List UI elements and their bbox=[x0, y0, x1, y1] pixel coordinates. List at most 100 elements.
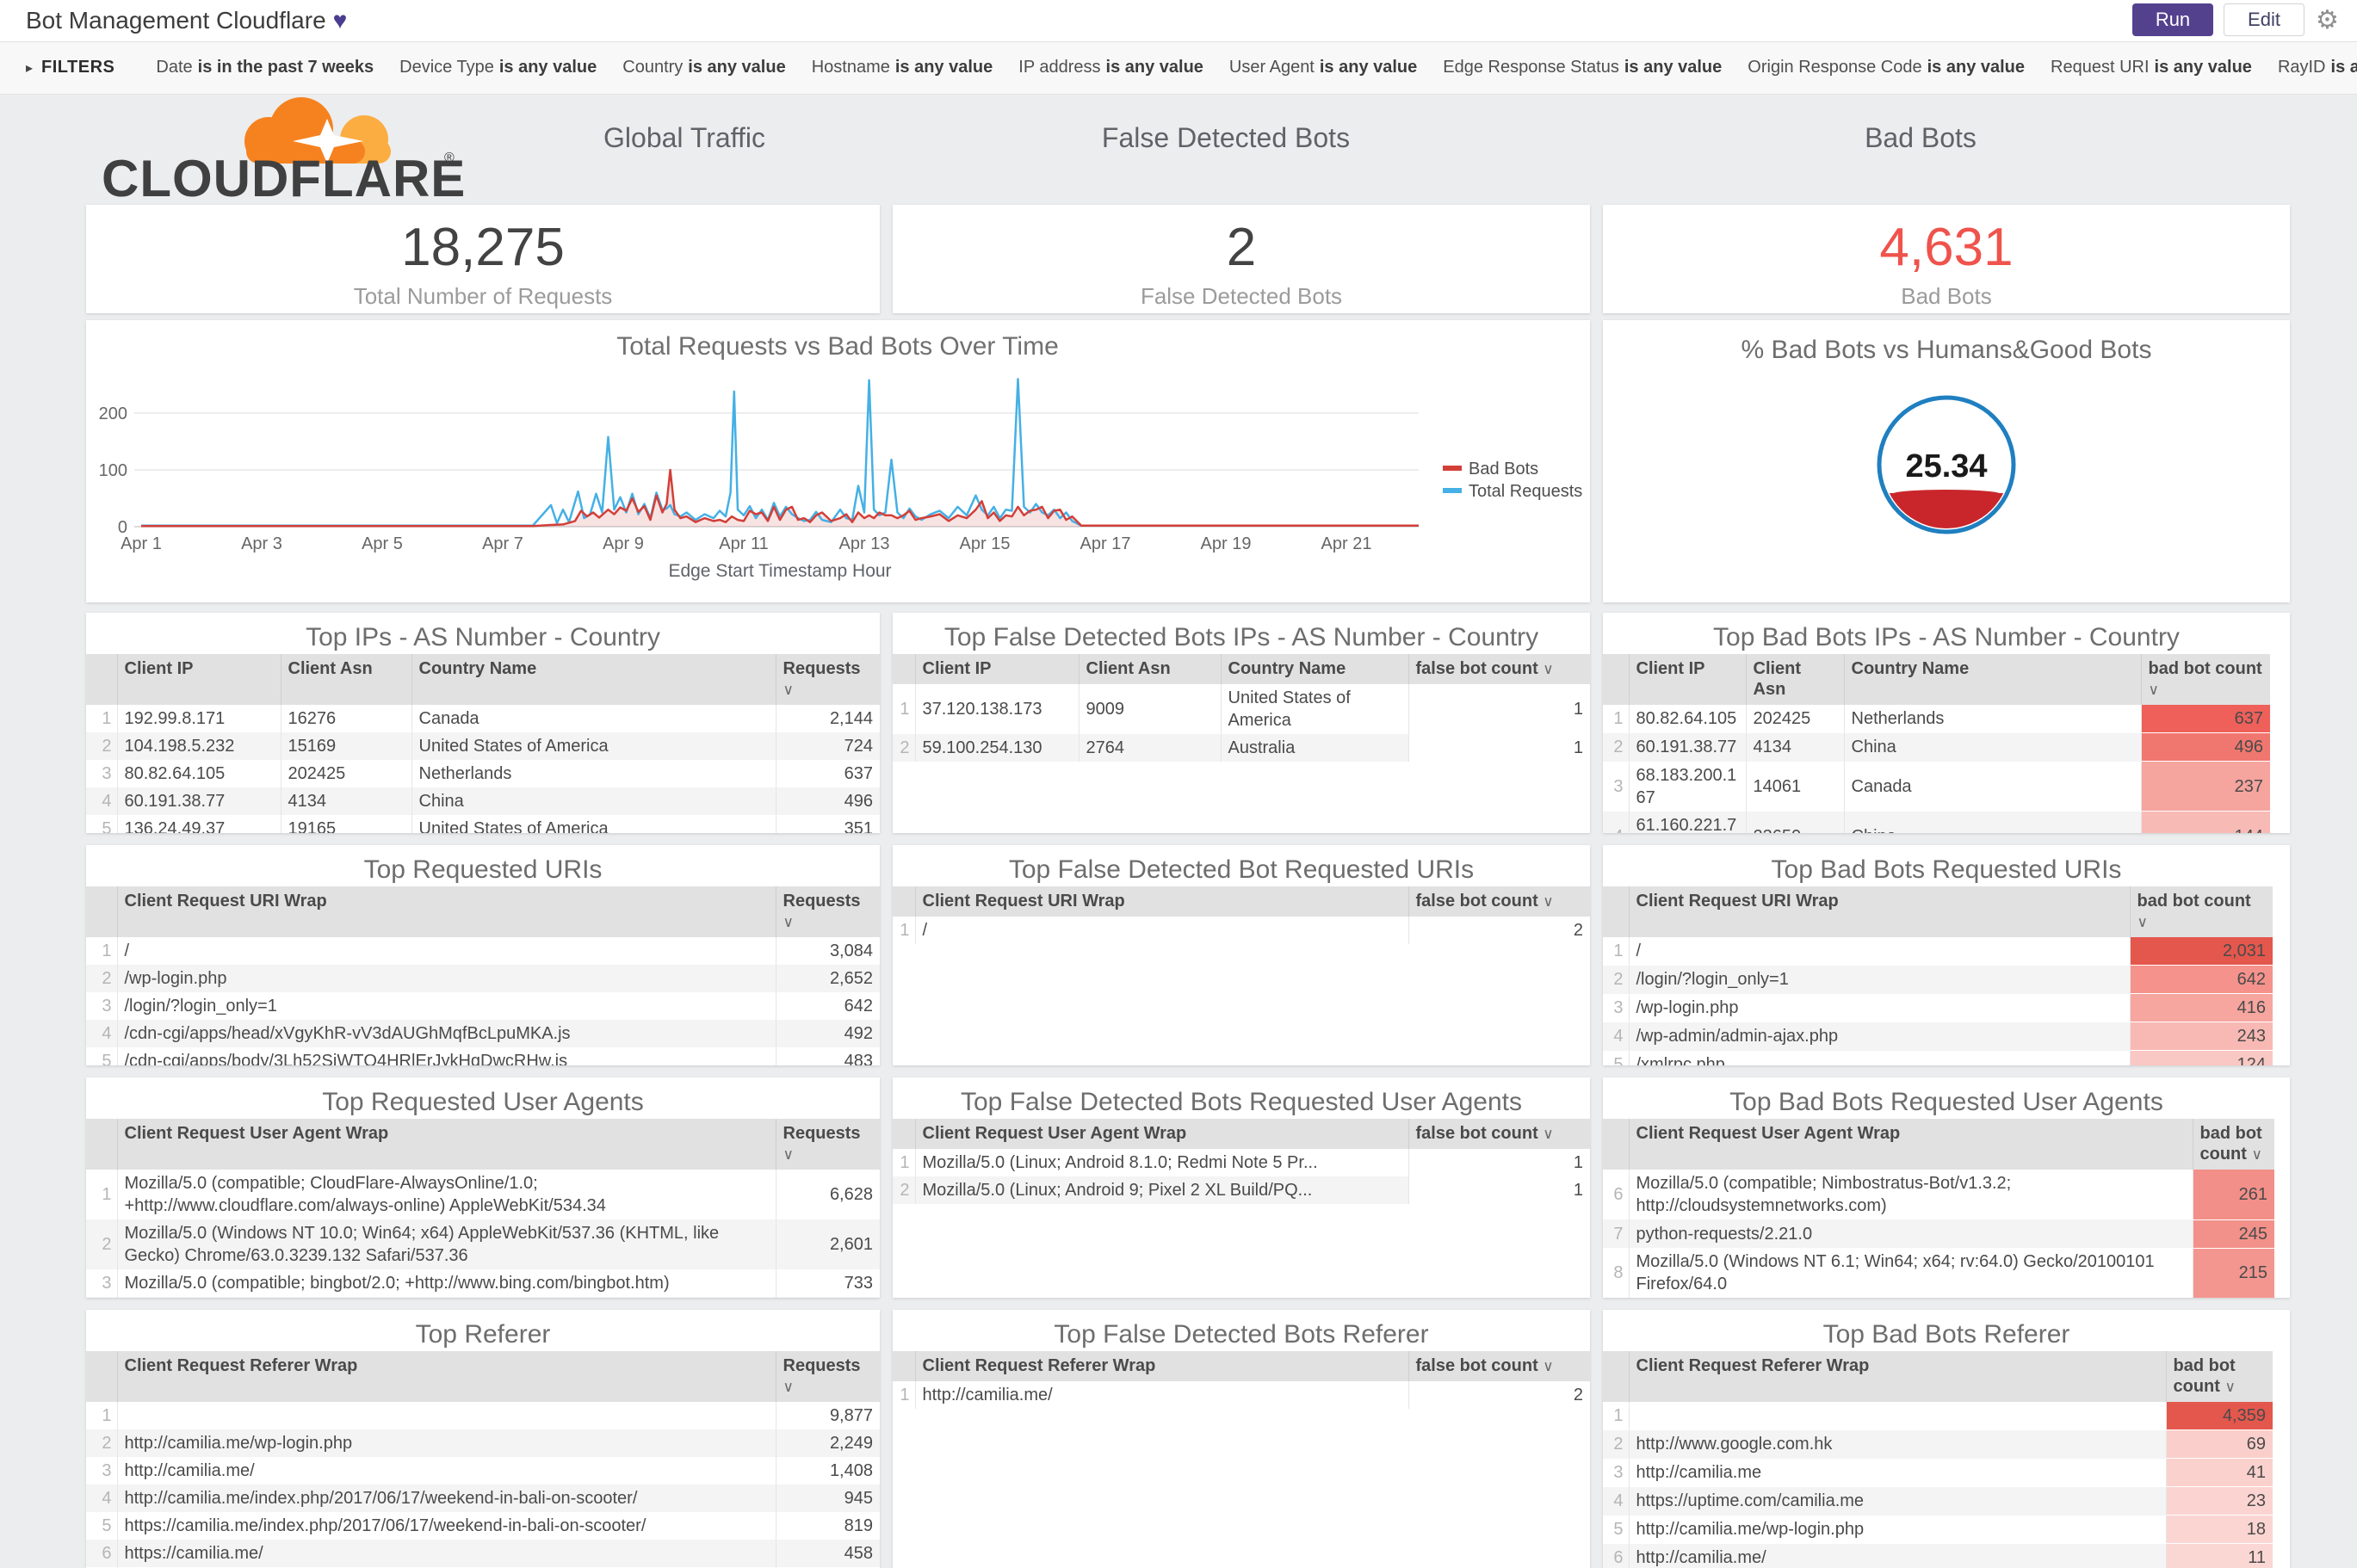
column-header[interactable]: Client Asn bbox=[1079, 654, 1221, 684]
table-cell: Mozilla/5.0 (Windows NT 6.1; Win64; x64;… bbox=[1629, 1248, 2193, 1298]
sort-caret-icon[interactable]: ∨ bbox=[2252, 1146, 2262, 1163]
column-header-sorted[interactable]: bad bot count ∨ bbox=[2141, 654, 2270, 705]
kpi-value: 18,275 bbox=[86, 217, 880, 278]
filter-chip[interactable]: Hostnameis any value bbox=[812, 58, 993, 77]
sort-caret-icon[interactable]: ∨ bbox=[1543, 661, 1553, 677]
table-value-cell: 733 bbox=[776, 1269, 880, 1297]
filter-field-value: is any value bbox=[895, 58, 993, 77]
sort-caret-icon[interactable]: ∨ bbox=[1543, 1358, 1553, 1374]
edit-button[interactable]: Edit bbox=[2224, 3, 2304, 36]
filter-chip[interactable]: Origin Response Codeis any value bbox=[1748, 58, 2025, 77]
column-header[interactable]: Client Request Referer Wrap bbox=[1629, 1351, 2166, 1402]
column-header[interactable]: Client Request Referer Wrap bbox=[117, 1351, 776, 1402]
table-value-cell: 1 bbox=[1408, 734, 1590, 762]
column-header-sorted[interactable]: bad bot count ∨ bbox=[2130, 886, 2273, 937]
table-value-cell: 261 bbox=[2193, 1170, 2274, 1219]
row-rank: 3 bbox=[86, 760, 117, 787]
column-header[interactable]: Client Asn bbox=[281, 654, 411, 705]
column-header-sorted[interactable]: false bot count ∨ bbox=[1408, 1351, 1590, 1381]
table-cell: 60.191.38.77 bbox=[117, 787, 281, 815]
filter-chip[interactable]: Request URIis any value bbox=[2051, 58, 2252, 77]
filter-chip[interactable]: User Agentis any value bbox=[1229, 58, 1417, 77]
legend-label[interactable]: Total Requests bbox=[1469, 482, 1582, 501]
column-header[interactable]: Client Asn bbox=[1746, 654, 1844, 705]
column-header[interactable]: Client Request URI Wrap bbox=[117, 886, 776, 937]
column-header-sorted[interactable]: false bot count ∨ bbox=[1408, 654, 1590, 684]
column-header-sorted[interactable]: Requests ∨ bbox=[776, 1351, 880, 1402]
table-row: 1/2 bbox=[893, 917, 1590, 944]
requests-vs-badbots-chart[interactable]: 0100200Apr 1Apr 3Apr 5Apr 7Apr 9Apr 11Ap… bbox=[86, 320, 1590, 602]
run-button[interactable]: Run bbox=[2132, 3, 2213, 36]
filter-chip[interactable]: Edge Response Statusis any value bbox=[1443, 58, 1722, 77]
filters-label[interactable]: FILTERS bbox=[41, 58, 114, 77]
sort-caret-icon[interactable]: ∨ bbox=[783, 1146, 794, 1163]
column-header[interactable]: Client Request URI Wrap bbox=[915, 886, 1408, 917]
sort-caret-icon[interactable]: ∨ bbox=[2225, 1379, 2236, 1395]
sort-caret-icon[interactable]: ∨ bbox=[2137, 914, 2148, 930]
column-header[interactable]: Country Name bbox=[1221, 654, 1408, 684]
table-row: 6https://camilia.me/458 bbox=[86, 1540, 880, 1567]
filters-expand-icon[interactable]: ▸ bbox=[26, 59, 33, 77]
column-header[interactable]: Country Name bbox=[1844, 654, 2141, 705]
column-header[interactable]: Client Request Referer Wrap bbox=[915, 1351, 1408, 1381]
table-card: Top False Detected Bot Requested URIsCli… bbox=[893, 845, 1590, 1065]
filter-field-value: is any value bbox=[1927, 58, 2025, 77]
filter-chip[interactable]: IP addressis any value bbox=[1018, 58, 1203, 77]
sort-caret-icon[interactable]: ∨ bbox=[2149, 682, 2159, 698]
column-header-sorted[interactable]: Requests ∨ bbox=[776, 1119, 880, 1170]
table-value-cell: 496 bbox=[2141, 733, 2270, 762]
table-value-cell: 237 bbox=[2141, 762, 2270, 812]
column-header[interactable]: Client IP bbox=[1629, 654, 1746, 705]
table-row: 1http://camilia.me/2 bbox=[893, 1381, 1590, 1409]
sort-caret-icon[interactable]: ∨ bbox=[783, 682, 794, 698]
column-header[interactable]: Client IP bbox=[915, 654, 1079, 684]
row-rank: 4 bbox=[86, 787, 117, 815]
row-rank: 8 bbox=[1603, 1248, 1629, 1298]
row-rank: 7 bbox=[1603, 1219, 1629, 1248]
filter-chip[interactable]: Countryis any value bbox=[622, 58, 785, 77]
filter-field-value: is in the past 7 weeks bbox=[198, 58, 374, 77]
column-header-sorted[interactable]: false bot count ∨ bbox=[1408, 1119, 1590, 1149]
column-header[interactable]: Client Request URI Wrap bbox=[1629, 886, 2130, 937]
bad-bots-percentage-gauge[interactable]: 25.34 bbox=[1860, 379, 2032, 551]
sort-caret-icon[interactable]: ∨ bbox=[1543, 893, 1553, 910]
column-header[interactable]: Client IP bbox=[117, 654, 281, 705]
sort-caret-icon[interactable]: ∨ bbox=[1543, 1126, 1553, 1142]
column-header[interactable]: Client Request User Agent Wrap bbox=[915, 1119, 1408, 1149]
sort-caret-icon[interactable]: ∨ bbox=[783, 1379, 794, 1395]
table-value-cell: 144 bbox=[2141, 812, 2270, 834]
filter-field-value: is any value bbox=[688, 58, 785, 77]
table-value-cell: 11 bbox=[2166, 1544, 2273, 1568]
column-header-sorted[interactable]: false bot count ∨ bbox=[1408, 886, 1590, 917]
filter-field-value: is any value bbox=[1320, 58, 1417, 77]
filter-chip[interactable]: Dateis in the past 7 weeks bbox=[156, 58, 374, 77]
table-cell: http://camilia.me bbox=[1629, 1459, 2166, 1487]
filter-bar: ▸ FILTERS Dateis in the past 7 weeks Devi… bbox=[0, 41, 2357, 95]
column-header-sorted[interactable]: bad bot count ∨ bbox=[2166, 1351, 2273, 1402]
filter-items: Dateis in the past 7 weeks Device Typeis … bbox=[156, 58, 2357, 77]
gear-icon[interactable]: ⚙ bbox=[2316, 5, 2339, 35]
column-header-sorted[interactable]: Requests ∨ bbox=[776, 654, 880, 705]
table-cell: 2764 bbox=[1079, 734, 1221, 762]
row-rank: 1 bbox=[893, 1381, 915, 1409]
table-cell: 37.120.138.173 bbox=[915, 684, 1079, 734]
table-cell: 80.82.64.105 bbox=[1629, 705, 1746, 733]
sort-caret-icon[interactable]: ∨ bbox=[783, 914, 794, 930]
rank-column-header bbox=[86, 886, 117, 937]
x-tick-label: Apr 17 bbox=[1080, 534, 1131, 553]
filter-chip[interactable]: Device Typeis any value bbox=[399, 58, 597, 77]
table-value-cell: 6,628 bbox=[776, 1170, 880, 1219]
rank-column-header bbox=[893, 1119, 915, 1149]
x-tick-label: Apr 11 bbox=[719, 534, 768, 553]
column-header-sorted[interactable]: bad bot count ∨ bbox=[2193, 1119, 2274, 1170]
table-cell: /login/?login_only=1 bbox=[117, 992, 776, 1020]
table-cell: / bbox=[1629, 937, 2130, 966]
filter-chip[interactable]: RayIDis any value bbox=[2278, 58, 2357, 77]
table-title: Top False Detected Bots IPs - AS Number … bbox=[893, 613, 1590, 647]
column-header-sorted[interactable]: Requests ∨ bbox=[776, 886, 880, 937]
column-header[interactable]: Country Name bbox=[411, 654, 776, 705]
column-header[interactable]: Client Request User Agent Wrap bbox=[117, 1119, 776, 1170]
column-header[interactable]: Client Request User Agent Wrap bbox=[1629, 1119, 2193, 1170]
legend-label[interactable]: Bad Bots bbox=[1469, 460, 1538, 478]
filter-field-value: is any value bbox=[2331, 58, 2357, 77]
